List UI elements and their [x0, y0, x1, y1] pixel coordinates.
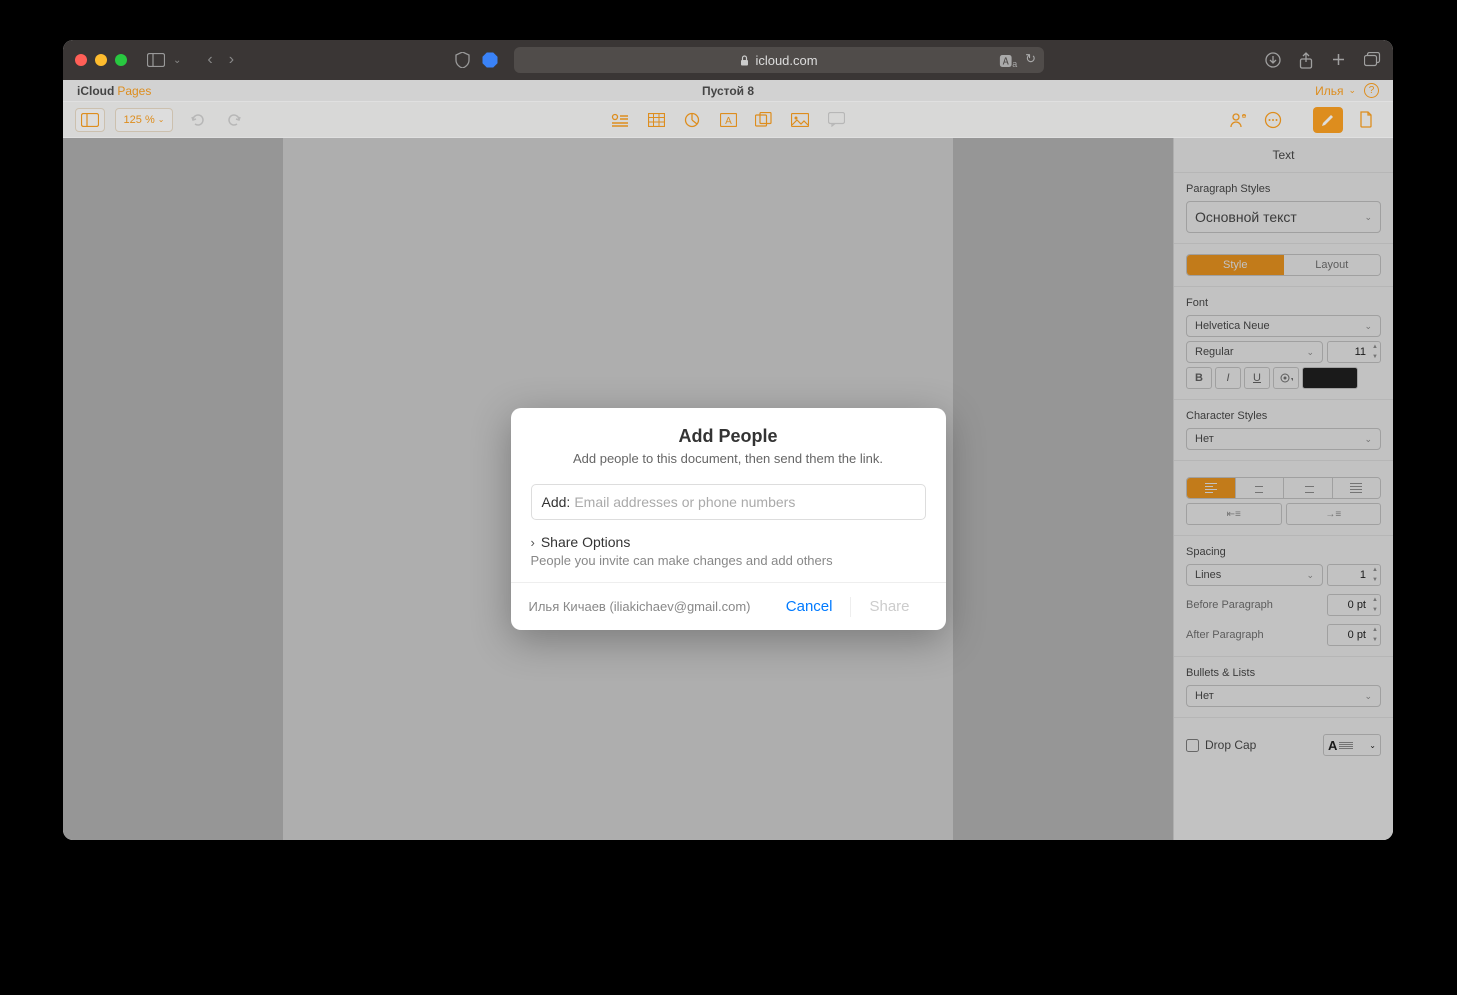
insert-comment-button[interactable] — [826, 110, 846, 130]
pages-toolbar: 125 % ⌄ A — [63, 102, 1393, 138]
cancel-button[interactable]: Cancel — [768, 598, 851, 615]
minimize-window-button[interactable] — [95, 54, 107, 66]
document-title: Пустой 8 — [702, 84, 754, 98]
add-label: Add: — [542, 494, 571, 510]
app-window: ⌄ ‹ › icloud.com 🅰ₐ ↻ — [63, 40, 1393, 840]
svg-text:A: A — [725, 116, 732, 127]
nav-arrows: ‹ › — [207, 51, 234, 69]
chevron-down-icon: ⌄ — [158, 115, 165, 124]
adblock-icon[interactable] — [482, 52, 498, 68]
insert-text-button[interactable] — [610, 110, 630, 130]
add-people-field[interactable]: Add: — [531, 484, 926, 520]
icloud-header: iCloud Pages Пустой 8 Илья ⌄ ? — [63, 80, 1393, 102]
icloud-label: iCloud — [77, 84, 114, 98]
view-panel-button[interactable] — [75, 108, 105, 132]
format-panel-button[interactable] — [1313, 107, 1343, 133]
collaborate-button[interactable]: + — [1229, 110, 1249, 130]
sidebar-toggle-button[interactable] — [147, 52, 167, 68]
translate-icon[interactable]: 🅰ₐ — [999, 51, 1017, 70]
content-area: Text Paragraph Styles Основной текст ⌄ S… — [63, 138, 1393, 840]
new-tab-icon[interactable] — [1331, 52, 1346, 69]
pages-label[interactable]: Pages — [117, 84, 151, 98]
owner-label: Илья Кичаев (iliakichaev@gmail.com) — [529, 599, 751, 614]
more-button[interactable] — [1263, 110, 1283, 130]
add-people-modal: Add People Add people to this document, … — [511, 408, 946, 630]
modal-backdrop[interactable]: Add People Add people to this document, … — [63, 138, 1393, 840]
sidebar-chevron-icon[interactable]: ⌄ — [173, 55, 181, 66]
add-people-input[interactable] — [574, 494, 914, 510]
url-text: icloud.com — [755, 53, 817, 68]
redo-button[interactable] — [221, 108, 249, 132]
downloads-icon[interactable] — [1265, 52, 1281, 69]
chevron-right-icon: › — [531, 535, 535, 550]
modal-subtitle: Add people to this document, then send t… — [531, 451, 926, 466]
forward-button[interactable]: › — [229, 51, 234, 69]
user-menu[interactable]: Илья ⌄ — [1315, 84, 1356, 98]
modal-title: Add People — [531, 426, 926, 447]
insert-chart-button[interactable] — [682, 110, 702, 130]
browser-toolbar: ⌄ ‹ › icloud.com 🅰ₐ ↻ — [63, 40, 1393, 80]
insert-textbox-button[interactable]: A — [718, 110, 738, 130]
back-button[interactable]: ‹ — [207, 51, 212, 69]
url-bar[interactable]: icloud.com 🅰ₐ ↻ — [514, 47, 1044, 73]
zoom-dropdown[interactable]: 125 % ⌄ — [115, 108, 173, 132]
privacy-shield-icon[interactable] — [455, 52, 470, 68]
svg-text:+: + — [1242, 114, 1246, 120]
insert-shape-button[interactable] — [754, 110, 774, 130]
lock-icon — [740, 55, 749, 66]
maximize-window-button[interactable] — [115, 54, 127, 66]
share-button[interactable]: Share — [851, 598, 927, 615]
share-options-toggle[interactable]: › Share Options — [531, 534, 926, 550]
window-controls — [75, 54, 127, 66]
close-window-button[interactable] — [75, 54, 87, 66]
help-icon[interactable]: ? — [1364, 83, 1379, 98]
insert-table-button[interactable] — [646, 110, 666, 130]
share-icon[interactable] — [1299, 52, 1313, 69]
undo-button[interactable] — [183, 108, 211, 132]
tabs-overview-icon[interactable] — [1364, 52, 1381, 69]
insert-media-button[interactable] — [790, 110, 810, 130]
chevron-down-icon: ⌄ — [1348, 85, 1356, 96]
document-panel-button[interactable] — [1351, 107, 1381, 133]
share-options-desc: People you invite can make changes and a… — [531, 553, 926, 568]
reload-icon[interactable]: ↻ — [1025, 51, 1036, 70]
